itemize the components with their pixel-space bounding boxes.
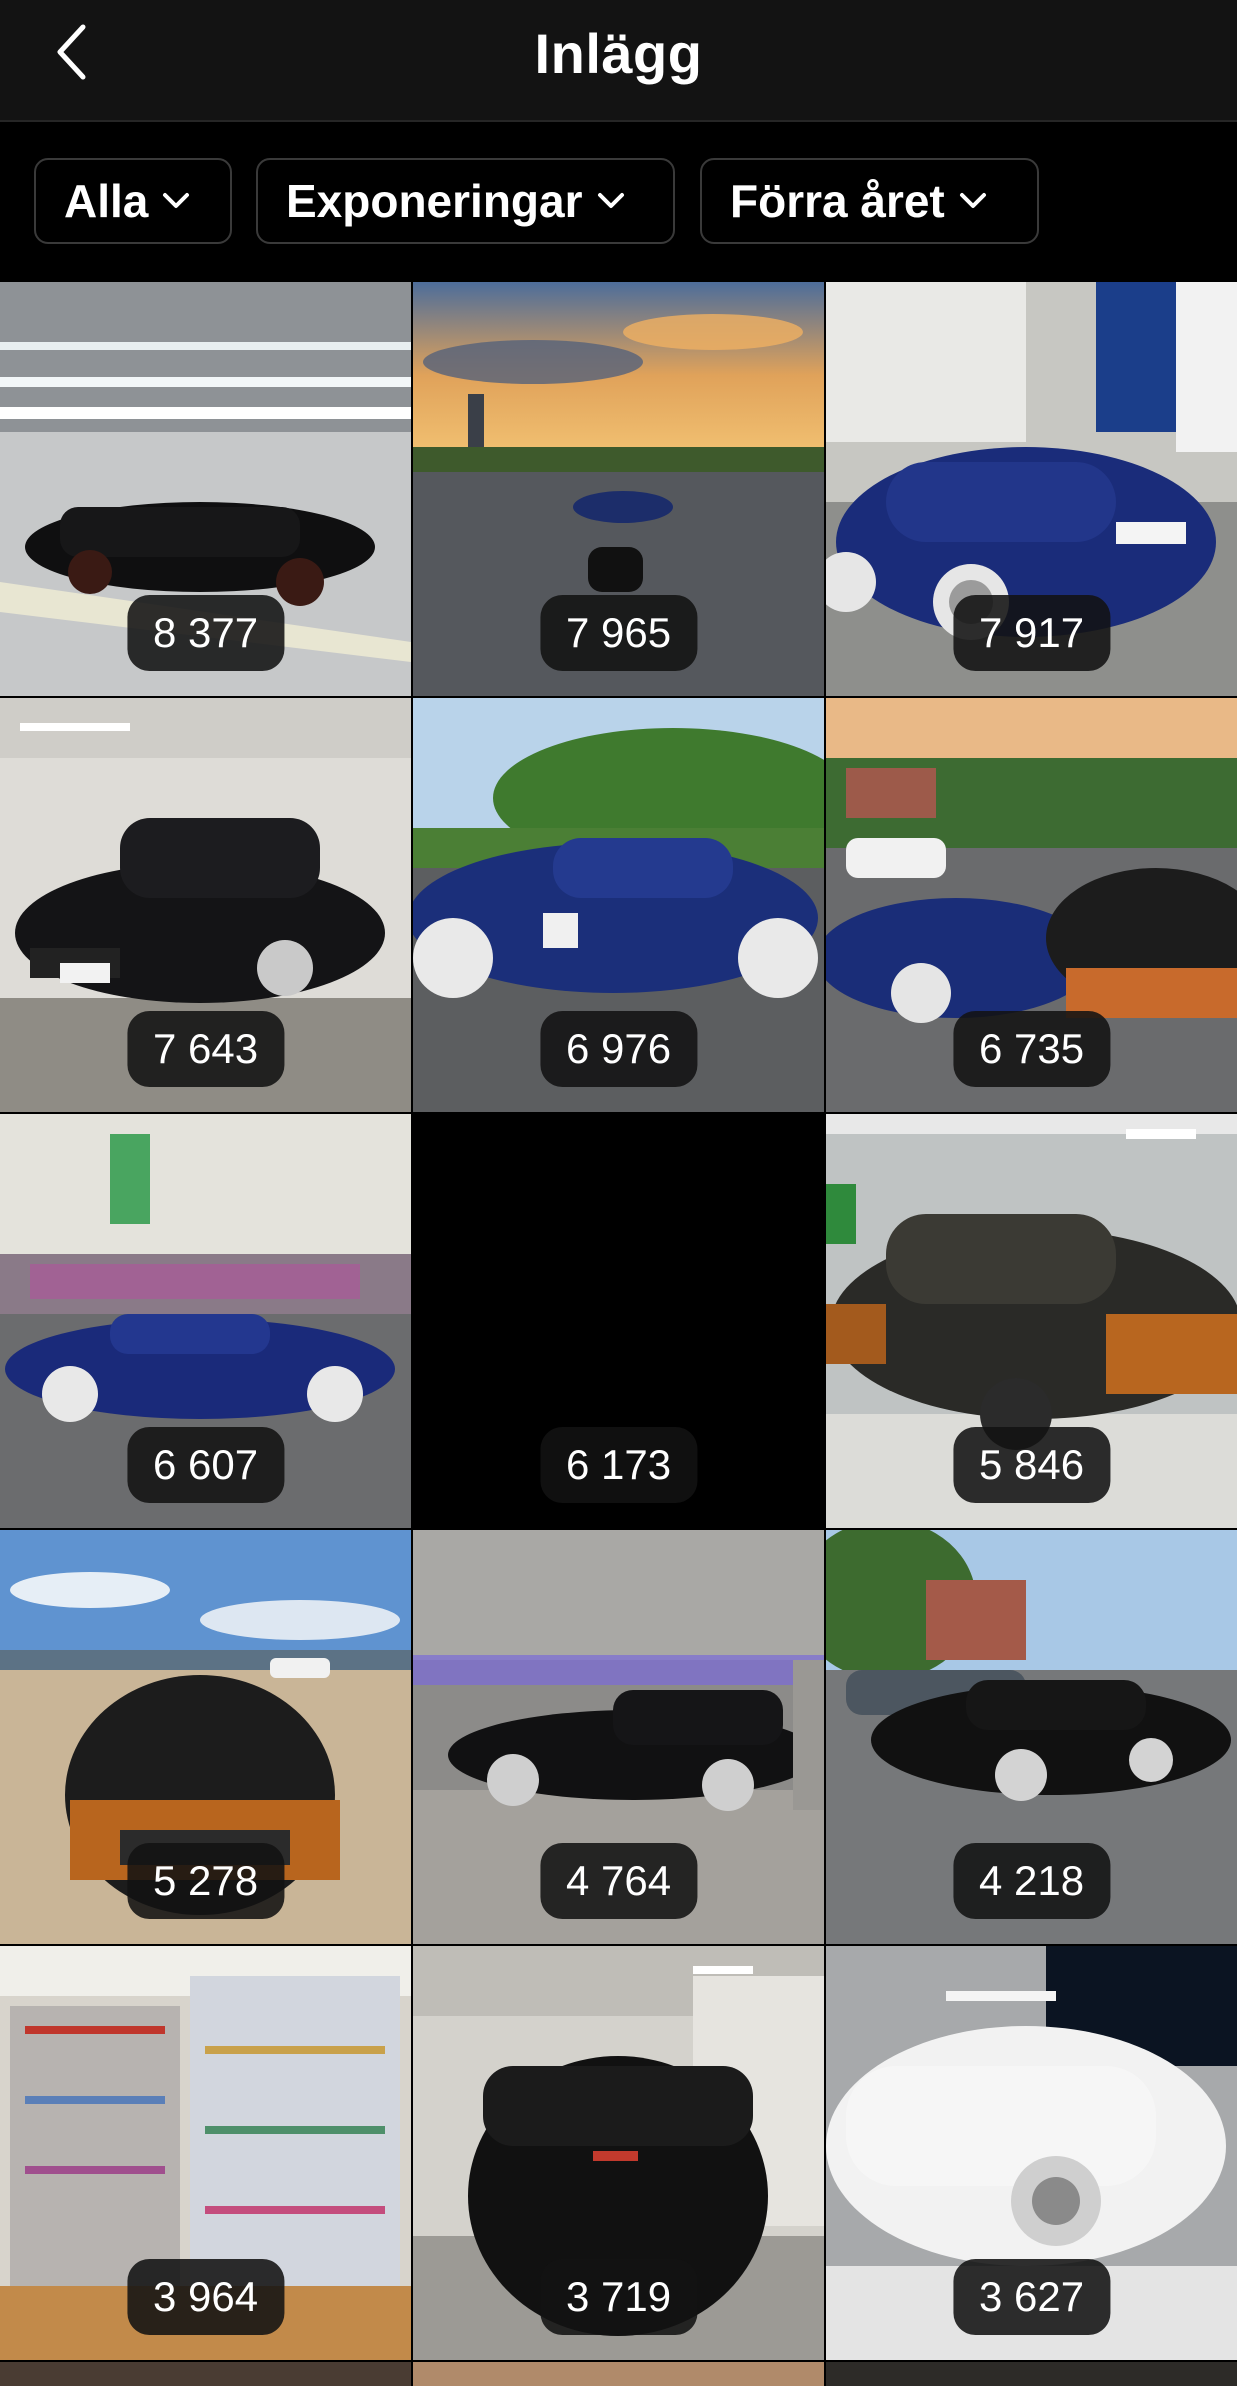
- post-tile[interactable]: [413, 2362, 824, 2386]
- impressions-badge: 6 735: [952, 1011, 1111, 1087]
- post-tile[interactable]: 4 764: [413, 1530, 824, 1944]
- post-tile[interactable]: 3 627: [826, 1946, 1237, 2360]
- post-tile[interactable]: 7 917: [826, 282, 1237, 696]
- impressions-badge: 6 976: [539, 1011, 698, 1087]
- post-tile[interactable]: 7 643: [0, 698, 411, 1112]
- post-tile[interactable]: 6 607: [0, 1114, 411, 1528]
- impressions-badge: 5 846: [952, 1427, 1111, 1503]
- post-tile[interactable]: 6 976: [413, 698, 824, 1112]
- filter-label: Exponeringar: [286, 175, 583, 227]
- post-tile[interactable]: 8 377: [0, 282, 411, 696]
- post-tile[interactable]: 5 278: [0, 1530, 411, 1944]
- impressions-badge: 3 719: [539, 2259, 698, 2335]
- impressions-badge: 8 377: [126, 595, 285, 671]
- post-tile[interactable]: 4 218: [826, 1530, 1237, 1944]
- post-tile[interactable]: 5 846: [826, 1114, 1237, 1528]
- impressions-badge: 3 627: [952, 2259, 1111, 2335]
- filter-period-dropdown[interactable]: Förra året: [700, 158, 1039, 244]
- filter-impressions-dropdown[interactable]: Exponeringar: [256, 158, 675, 244]
- chevron-down-icon: [959, 192, 987, 210]
- filter-all-dropdown[interactable]: Alla: [34, 158, 232, 244]
- chevron-down-icon: [162, 192, 190, 210]
- impressions-badge: 4 764: [539, 1843, 698, 1919]
- impressions-badge: 7 643: [126, 1011, 285, 1087]
- filter-label: Alla: [64, 175, 149, 227]
- impressions-badge: 5 278: [126, 1843, 285, 1919]
- impressions-badge: 3 964: [126, 2259, 285, 2335]
- impressions-badge: 7 917: [952, 595, 1111, 671]
- impressions-badge: 6 173: [539, 1427, 698, 1503]
- chevron-down-icon: [597, 192, 625, 210]
- post-tile[interactable]: 3 719: [413, 1946, 824, 2360]
- posts-grid: 8 377 7 965 7 917 7 643 6 976 6 735 6 60…: [0, 282, 1237, 2386]
- post-tile[interactable]: 7 965: [413, 282, 824, 696]
- filter-bar: Alla Exponeringar Förra året: [0, 122, 1237, 282]
- post-tile[interactable]: 6 173: [413, 1114, 824, 1528]
- filter-label: Förra året: [730, 175, 945, 227]
- impressions-badge: 4 218: [952, 1843, 1111, 1919]
- post-tile[interactable]: [826, 2362, 1237, 2386]
- post-tile[interactable]: 6 735: [826, 698, 1237, 1112]
- impressions-badge: 6 607: [126, 1427, 285, 1503]
- top-bar: Inlägg: [0, 0, 1237, 122]
- post-tile[interactable]: 3 964: [0, 1946, 411, 2360]
- page-title: Inlägg: [534, 22, 703, 85]
- post-tile[interactable]: [0, 2362, 411, 2386]
- impressions-badge: 7 965: [539, 595, 698, 671]
